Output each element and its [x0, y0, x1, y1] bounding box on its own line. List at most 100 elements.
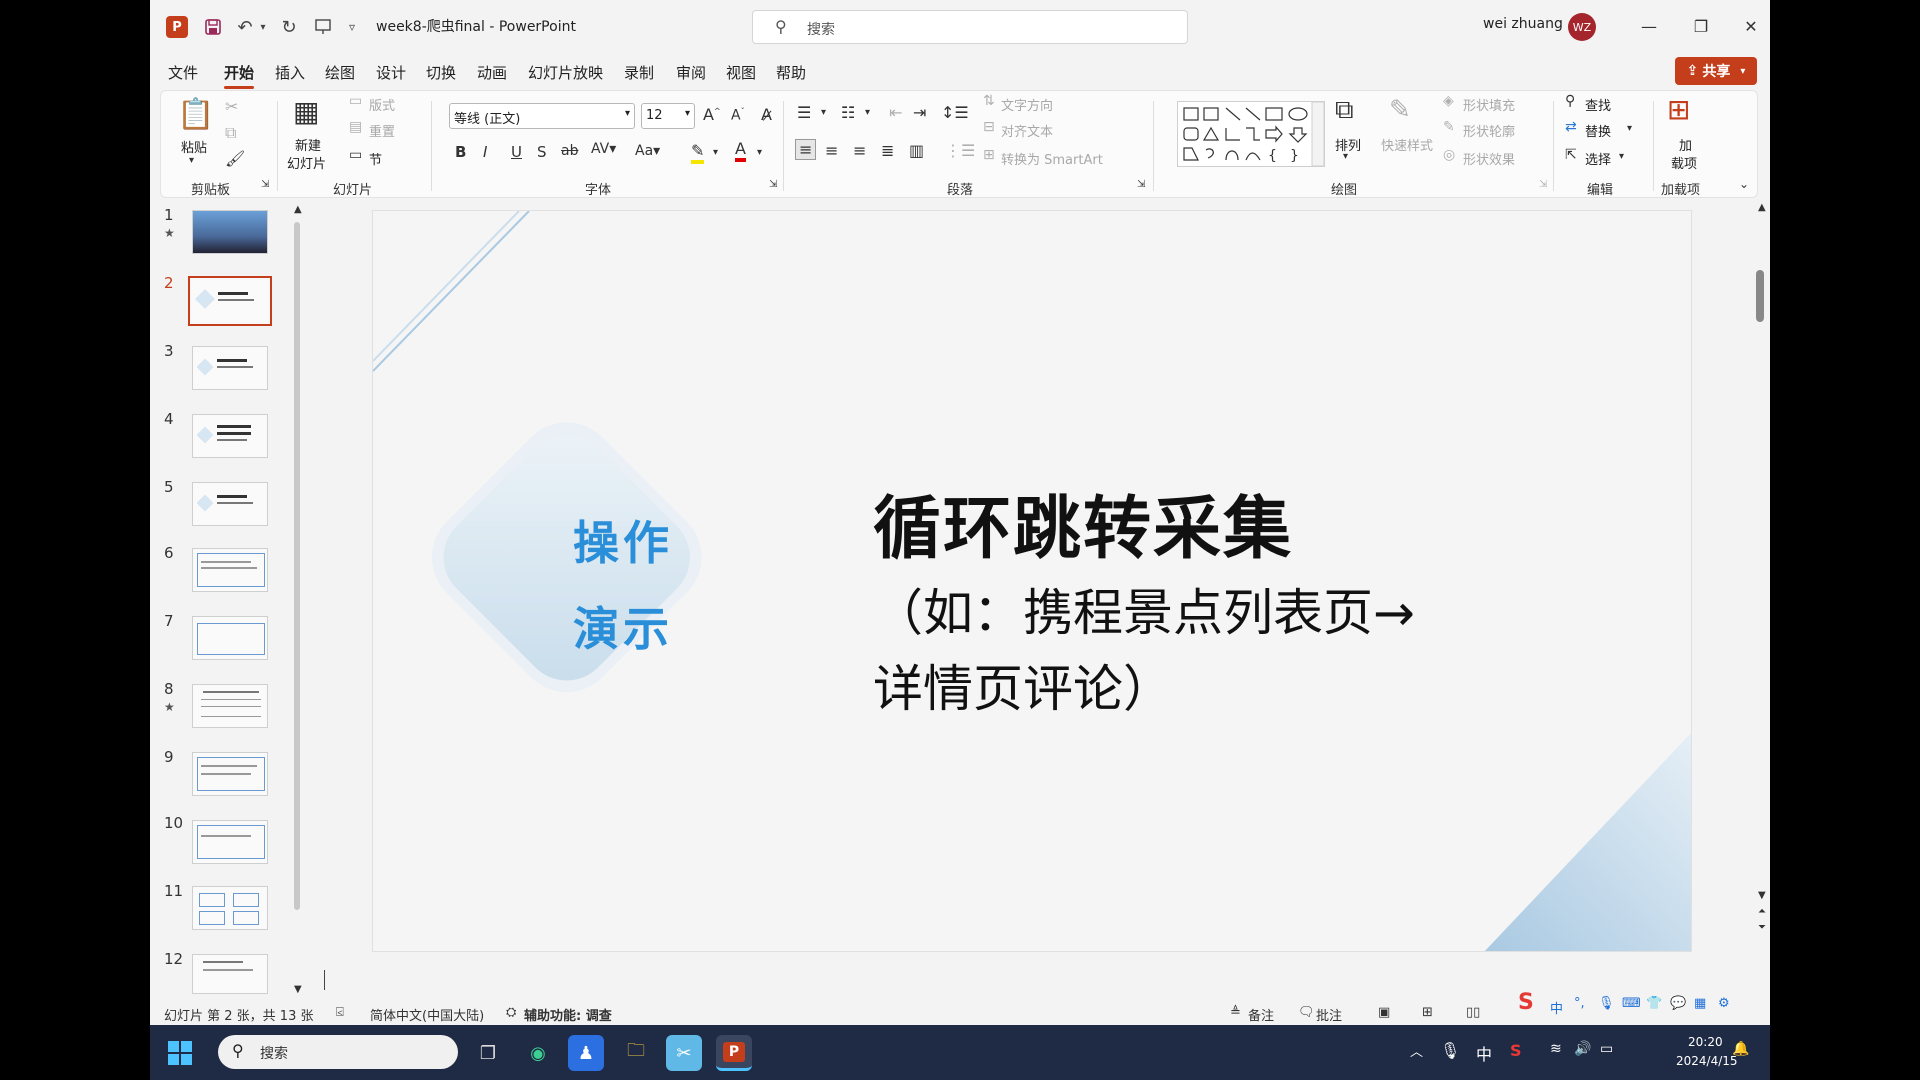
snipping-tool-icon[interactable]: ✂: [666, 1035, 702, 1071]
clock-time[interactable]: 20:20: [1688, 1035, 1723, 1049]
increase-font-size-icon[interactable]: A^: [703, 105, 721, 124]
spellcheck-icon[interactable]: ⍃: [336, 1005, 344, 1020]
shape-fill-icon[interactable]: ◈: [1443, 93, 1454, 109]
align-center-icon[interactable]: ≡: [825, 141, 838, 160]
character-spacing-icon[interactable]: AV▾: [591, 141, 616, 157]
convert-smartart-button[interactable]: 转换为 SmartArt: [1001, 149, 1103, 168]
bold-icon[interactable]: B: [455, 143, 466, 161]
align-text-button[interactable]: 对齐文本: [1001, 121, 1053, 140]
slide-sorter-icon[interactable]: ⊞: [1422, 1005, 1433, 1020]
sogou-ime-icon[interactable]: S: [1518, 990, 1534, 1015]
show-hidden-icons-icon[interactable]: ︿: [1410, 1041, 1423, 1060]
chevron-down-icon[interactable]: ▾: [865, 107, 870, 118]
paste-icon[interactable]: 📋: [177, 97, 214, 132]
tab-animations[interactable]: 动画: [477, 62, 507, 83]
customize-toolbar-icon[interactable]: ▿: [346, 16, 358, 38]
slide-thumbnail[interactable]: [192, 954, 268, 994]
strikethrough-icon[interactable]: ab: [561, 143, 578, 159]
slide-subtitle-line1[interactable]: （如：携程景点列表页→: [873, 573, 1415, 645]
save-icon[interactable]: [202, 16, 224, 38]
present-from-start-icon[interactable]: [312, 16, 334, 38]
paragraph-more-icon[interactable]: ⋮☰: [945, 141, 975, 160]
settings-gear-icon[interactable]: ⚙: [1718, 996, 1730, 1011]
chevron-down-icon[interactable]: ▾: [757, 147, 762, 158]
slide-thumbnail[interactable]: [192, 210, 268, 254]
tab-file[interactable]: 文件: [168, 62, 198, 83]
minimize-button[interactable]: —: [1634, 14, 1664, 38]
previous-slide-icon[interactable]: ⏶: [1758, 906, 1766, 917]
avatar[interactable]: WZ: [1568, 13, 1596, 41]
slide-scrollbar[interactable]: [1756, 270, 1764, 322]
next-slide-icon[interactable]: ⏷: [1758, 922, 1766, 933]
slide-canvas[interactable]: 操作 演示 循环跳转采集 （如：携程景点列表页→ 详情页评论）: [372, 210, 1692, 952]
section-icon[interactable]: ▭: [349, 147, 362, 163]
dialog-launcher-icon[interactable]: ⇲: [1539, 179, 1547, 190]
chat-icon[interactable]: 💬: [1670, 996, 1686, 1011]
line-spacing-icon[interactable]: ↕☰: [941, 103, 969, 122]
skin-icon[interactable]: 👕: [1646, 996, 1662, 1011]
change-case-icon[interactable]: Aa▾: [635, 143, 660, 159]
section-button[interactable]: 节: [369, 149, 382, 168]
reading-view-icon[interactable]: ▯▯: [1466, 1005, 1480, 1020]
powerpoint-taskbar-icon[interactable]: P: [716, 1035, 752, 1071]
addins-icon[interactable]: ⊞: [1667, 93, 1690, 126]
ime-mode-icon[interactable]: 中: [1550, 998, 1563, 1017]
ime-indicator[interactable]: 中: [1476, 1041, 1492, 1065]
highlight-icon[interactable]: ✎: [691, 141, 705, 164]
reset-button[interactable]: 重置: [369, 121, 395, 140]
find-button[interactable]: 查找: [1585, 95, 1611, 114]
apps-grid-icon[interactable]: ▦: [1694, 996, 1706, 1011]
wifi-icon[interactable]: ≋: [1550, 1041, 1562, 1057]
find-icon[interactable]: ⚲: [1565, 93, 1575, 109]
slide-thumbnail[interactable]: [192, 616, 268, 660]
clear-formatting-icon[interactable]: A̷: [761, 105, 772, 124]
accessibility-status[interactable]: 辅助功能: 调查: [524, 1005, 612, 1024]
slide-thumbnail[interactable]: [192, 886, 268, 930]
tab-insert[interactable]: 插入: [275, 62, 305, 83]
select-icon[interactable]: ⇱: [1565, 147, 1577, 163]
tab-help[interactable]: 帮助: [776, 62, 806, 83]
copy-icon[interactable]: ⧉: [225, 123, 236, 143]
shape-outline-icon[interactable]: ✎: [1443, 119, 1455, 135]
edge-browser-icon[interactable]: ◉: [520, 1035, 556, 1071]
new-slide-label-1[interactable]: 新建: [295, 135, 321, 154]
thumbnails-scrollbar[interactable]: [294, 222, 300, 910]
justify-icon[interactable]: ≣: [881, 141, 894, 160]
text-shadow-icon[interactable]: S: [537, 143, 547, 161]
user-name[interactable]: wei zhuang: [1483, 16, 1563, 32]
font-color-icon[interactable]: A: [735, 139, 746, 162]
layout-button[interactable]: 版式: [369, 95, 395, 114]
sogou-tray-icon[interactable]: S: [1510, 1041, 1522, 1060]
tab-view[interactable]: 视图: [726, 62, 756, 83]
slide-thumbnail[interactable]: [192, 752, 268, 796]
underline-icon[interactable]: U: [511, 143, 522, 161]
align-right-icon[interactable]: ≡: [853, 141, 866, 160]
normal-view-icon[interactable]: ▣: [1378, 1005, 1390, 1020]
columns-icon[interactable]: ▥: [909, 141, 924, 160]
slide-thumbnail[interactable]: [192, 414, 268, 458]
scroll-down-icon[interactable]: ▼: [1758, 890, 1766, 901]
addins-label-1[interactable]: 加: [1679, 135, 1692, 154]
taskbar-search-input[interactable]: ⚲ 搜索: [218, 1035, 458, 1069]
font-size-select[interactable]: 12 ▾: [641, 103, 695, 129]
collapse-ribbon-icon[interactable]: ⌄: [1739, 177, 1749, 191]
chevron-down-icon[interactable]: ▾: [1619, 151, 1624, 162]
qq-app-icon[interactable]: ♟: [568, 1035, 604, 1071]
font-name-select[interactable]: 等线 (正文) ▾: [449, 103, 635, 129]
microphone-icon[interactable]: 🎙: [1598, 996, 1615, 1011]
chevron-down-icon[interactable]: ▾: [1343, 151, 1348, 162]
windows-start-icon[interactable]: [162, 1035, 198, 1071]
italic-icon[interactable]: I: [483, 143, 487, 161]
format-painter-icon[interactable]: 🖌: [225, 149, 245, 168]
tab-design[interactable]: 设计: [376, 62, 406, 83]
tab-review[interactable]: 审阅: [676, 62, 706, 83]
align-text-icon[interactable]: ⊟: [983, 119, 995, 135]
text-direction-button[interactable]: 文字方向: [1001, 95, 1053, 114]
paste-button[interactable]: 粘贴: [181, 137, 207, 156]
reset-icon[interactable]: ▤: [349, 119, 362, 135]
chevron-down-icon[interactable]: ▾: [821, 107, 826, 118]
slide-thumbnail[interactable]: [192, 346, 268, 390]
battery-icon[interactable]: ▭: [1600, 1041, 1613, 1057]
undo-dropdown-icon[interactable]: ▾: [258, 16, 268, 38]
keyboard-icon[interactable]: ⌨: [1622, 996, 1641, 1011]
